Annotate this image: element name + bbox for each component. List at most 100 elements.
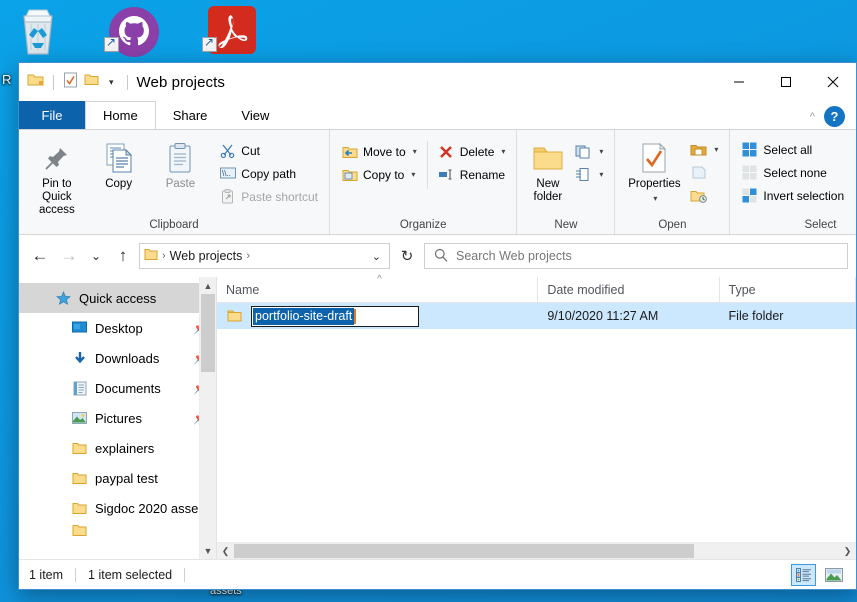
invert-selection-button[interactable]: Invert selection	[737, 185, 848, 206]
scroll-right-arrow[interactable]: ❯	[839, 546, 856, 557]
qat-customize-caret[interactable]: ▾	[105, 77, 118, 88]
copy-button[interactable]: Copy	[88, 135, 150, 191]
desktop-icon-recycle-bin[interactable]	[6, 4, 70, 66]
open-caret[interactable]: ▾	[714, 145, 718, 154]
sidebar-item-desktop[interactable]: Desktop 📌	[19, 313, 216, 343]
move-to-icon	[341, 143, 358, 160]
table-row[interactable]: portfolio-site-draft 9/10/2020 11:27 AM …	[217, 303, 856, 329]
sidebar-item-explainers[interactable]: explainers	[19, 433, 216, 463]
edit-button[interactable]	[686, 162, 722, 183]
hscroll-track[interactable]	[234, 543, 839, 559]
copy-to-caret[interactable]: ▾	[411, 170, 415, 179]
tab-share[interactable]: Share	[155, 101, 225, 129]
copy-to-button[interactable]: Copy to ▾	[337, 164, 421, 185]
properties-caret[interactable]: ▾	[653, 192, 657, 205]
navigation-scrollbar[interactable]: ▲ ▼	[199, 277, 216, 559]
recent-locations-button[interactable]: ⌄	[85, 243, 107, 269]
main-area: Quick access Desktop 📌	[19, 274, 856, 559]
tab-home[interactable]: Home	[85, 101, 156, 129]
column-label: Name	[226, 282, 260, 297]
address-dropdown-button[interactable]: ⌄	[368, 250, 385, 263]
scroll-left-arrow[interactable]: ❮	[217, 546, 234, 557]
svg-text:\\..: \\..	[222, 169, 231, 178]
new-folder-button[interactable]: New folder	[524, 135, 571, 204]
sidebar-label: paypal test	[95, 470, 158, 486]
new-folder-label-line1: New	[536, 178, 560, 190]
large-icons-view-button[interactable]	[821, 564, 846, 586]
column-header-date-modified[interactable]: Date modified	[538, 276, 720, 303]
history-button[interactable]	[686, 185, 722, 206]
paste-shortcut-button[interactable]: Paste shortcut	[215, 186, 322, 207]
move-to-caret[interactable]: ▾	[413, 147, 417, 156]
select-none-button[interactable]: Select none	[737, 162, 848, 183]
refresh-button[interactable]: ↻	[393, 243, 421, 269]
qat-folder-icon[interactable]	[27, 72, 44, 92]
easy-access-button[interactable]: ▾	[571, 164, 607, 185]
qat-new-folder-icon[interactable]	[84, 72, 99, 92]
new-folder-icon	[532, 138, 564, 178]
sidebar-item-downloads[interactable]: Downloads 📌	[19, 343, 216, 373]
open-button[interactable]: ▾	[686, 139, 722, 160]
sidebar-item-quick-access[interactable]: Quick access	[19, 283, 216, 313]
select-all-button[interactable]: Select all	[737, 139, 848, 160]
desktop-label-fragment-left: R	[2, 72, 12, 87]
column-header-name[interactable]: ^ Name	[217, 274, 539, 303]
qat-separator-2	[126, 74, 128, 90]
qat-properties-icon[interactable]	[63, 72, 78, 93]
clipboard-small-commands: Cut \\.. Copy path Paste shortcut	[215, 135, 322, 207]
address-bar[interactable]: › Web projects › ⌄	[139, 243, 390, 269]
sidebar-item-documents[interactable]: Documents 📌	[19, 373, 216, 403]
title-bar[interactable]: ▾ Web projects	[19, 63, 856, 101]
delete-caret[interactable]: ▾	[501, 147, 505, 156]
sidebar-item-partial[interactable]	[19, 523, 216, 537]
paste-button[interactable]: Paste	[150, 135, 212, 191]
sidebar-item-sigdoc-2020-assets[interactable]: Sigdoc 2020 asse	[19, 493, 216, 523]
minimize-button[interactable]	[715, 63, 762, 101]
paste-shortcut-icon	[219, 188, 236, 205]
breadcrumb-separator-1[interactable]: ›	[162, 250, 166, 262]
collapse-ribbon-button[interactable]: ^	[810, 111, 815, 123]
move-to-label: Move to	[363, 144, 406, 159]
desktop-icon-adobe-acrobat[interactable]	[200, 4, 264, 66]
properties-button[interactable]: Properties ▾	[622, 135, 686, 205]
delete-button[interactable]: Delete ▾	[434, 141, 510, 162]
up-button[interactable]: ↑	[110, 243, 136, 269]
back-button[interactable]: ←	[27, 243, 53, 269]
details-view-button[interactable]	[791, 563, 816, 586]
easy-access-caret[interactable]: ▾	[599, 170, 603, 179]
tab-view[interactable]: View	[224, 101, 287, 129]
cut-button[interactable]: Cut	[215, 140, 322, 161]
copy-path-button[interactable]: \\.. Copy path	[215, 163, 322, 184]
cell-name[interactable]: portfolio-site-draft	[217, 305, 538, 327]
sidebar-item-paypal-test[interactable]: paypal test	[19, 463, 216, 493]
rename-label: Rename	[459, 167, 506, 182]
folder-icon	[71, 523, 88, 537]
rename-button[interactable]: Rename	[434, 164, 510, 185]
search-box[interactable]: Search Web projects	[424, 243, 848, 269]
close-button[interactable]	[809, 63, 856, 101]
desktop-icon-github-desktop[interactable]	[102, 4, 166, 66]
navigation-list: Quick access Desktop 📌	[19, 277, 216, 559]
new-item-caret[interactable]: ▾	[599, 147, 603, 156]
move-to-button[interactable]: Move to ▾	[337, 141, 421, 162]
sidebar-item-pictures[interactable]: Pictures 📌	[19, 403, 216, 433]
breadcrumb-separator-2[interactable]: ›	[246, 250, 250, 262]
breadcrumb-web-projects[interactable]: Web projects	[170, 249, 243, 263]
tab-file[interactable]: File	[19, 101, 85, 129]
sidebar-label: Documents	[95, 380, 161, 396]
scroll-thumb[interactable]	[201, 294, 215, 372]
help-button[interactable]: ?	[824, 106, 845, 127]
history-icon	[690, 187, 708, 204]
forward-button[interactable]: →	[56, 243, 82, 269]
new-item-button[interactable]: ▾	[571, 141, 607, 162]
pin-to-quick-access-button[interactable]: Pin to Quick access	[26, 135, 88, 217]
rename-input[interactable]: portfolio-site-draft	[251, 305, 419, 327]
horizontal-scrollbar[interactable]: ❮ ❯	[217, 542, 856, 559]
scroll-down-arrow[interactable]: ▼	[200, 542, 216, 559]
scroll-up-arrow[interactable]: ▲	[200, 277, 216, 294]
folder-icon	[71, 440, 88, 457]
sidebar-label: Desktop	[95, 320, 143, 336]
maximize-button[interactable]	[762, 63, 809, 101]
hscroll-thumb[interactable]	[234, 544, 694, 558]
column-header-type[interactable]: Type	[720, 276, 856, 303]
